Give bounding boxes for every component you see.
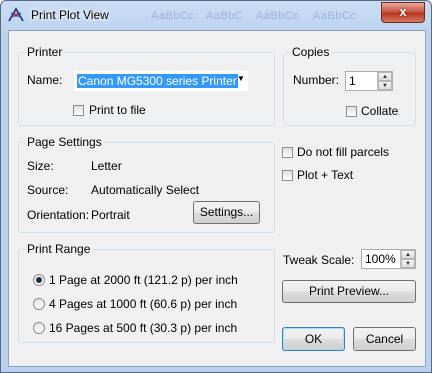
tweak-scale-value: 100%: [365, 252, 396, 266]
print-to-file-checkbox[interactable]: [73, 105, 84, 116]
spin-up-icon[interactable]: ▲: [401, 250, 415, 259]
ok-button[interactable]: OK: [282, 327, 345, 351]
collate-checkbox[interactable]: [346, 106, 357, 117]
copies-group-label: Copies: [292, 45, 330, 59]
close-icon: x: [399, 4, 407, 19]
window-title: Print Plot View: [31, 8, 109, 22]
orientation-value: Portrait: [91, 208, 130, 222]
title-bar[interactable]: Print Plot View AaBbCc AaBbC AaBbCc AaBb…: [1, 1, 431, 29]
print-to-file-label: Print to file: [89, 103, 146, 117]
settings-button[interactable]: Settings...: [193, 201, 260, 224]
copies-number-value: 1: [349, 74, 356, 88]
source-value: Automatically Select: [91, 183, 200, 197]
print-range-group-label: Print Range: [27, 242, 91, 256]
range-option-radio[interactable]: [33, 298, 45, 310]
range-option-label: 16 Pages at 500 ft (30.3 p) per inch: [49, 321, 238, 335]
chevron-down-icon[interactable]: ▼: [237, 74, 245, 83]
page-settings-group-label: Page Settings: [27, 135, 102, 149]
orientation-label: Orientation:: [27, 208, 90, 222]
tweak-scale-stepper[interactable]: 100% ▲ ▼: [361, 249, 416, 269]
tweak-scale-label: Tweak Scale:: [283, 253, 355, 267]
plot-app-icon: [8, 7, 24, 22]
plot-text-checkbox[interactable]: [282, 170, 293, 181]
tweak-scale-spinner[interactable]: ▲ ▼: [400, 250, 415, 268]
spin-down-icon[interactable]: ▼: [378, 81, 392, 90]
range-option-radio[interactable]: [33, 274, 45, 286]
dialog-client-area: Printer Name: Canon MG5300 series Printe…: [8, 30, 426, 367]
copies-number-stepper[interactable]: 1 ▲ ▼: [345, 71, 393, 91]
do-not-fill-parcels-label: Do not fill parcels: [297, 145, 390, 159]
printer-group-label: Printer: [27, 45, 63, 59]
print-preview-button[interactable]: Print Preview...: [282, 280, 416, 303]
printer-select[interactable]: Canon MG5300 series Printer ▼: [74, 71, 248, 91]
background-style-preview: AaBbC: [206, 10, 244, 22]
spin-down-icon[interactable]: ▼: [401, 259, 415, 268]
size-label: Size:: [27, 159, 54, 173]
do-not-fill-parcels-checkbox[interactable]: [282, 147, 293, 158]
cancel-button[interactable]: Cancel: [353, 327, 416, 351]
source-label: Source:: [27, 183, 69, 197]
background-style-preview: AaBbCc: [256, 10, 300, 22]
background-style-preview: AaBbCc: [151, 10, 195, 22]
range-option-radio[interactable]: [33, 322, 45, 334]
printer-name-label: Name:: [27, 73, 63, 87]
background-style-preview: AaBbCc: [313, 10, 357, 22]
range-option-label: 1 Page at 2000 ft (121.2 p) per inch: [49, 273, 238, 287]
printer-name-value: Canon MG5300 series Printer: [77, 74, 238, 88]
plot-text-label: Plot + Text: [297, 168, 354, 182]
spin-up-icon[interactable]: ▲: [378, 72, 392, 81]
size-value: Letter: [91, 159, 122, 173]
range-option-label: 4 Pages at 1000 ft (60.6 p) per inch: [49, 297, 238, 311]
collate-label: Collate: [361, 104, 399, 118]
copies-spinner[interactable]: ▲ ▼: [377, 72, 392, 90]
close-button[interactable]: x: [381, 2, 425, 23]
copies-number-label: Number:: [293, 73, 340, 87]
dialog-window: Print Plot View AaBbCc AaBbC AaBbCc AaBb…: [0, 0, 432, 373]
